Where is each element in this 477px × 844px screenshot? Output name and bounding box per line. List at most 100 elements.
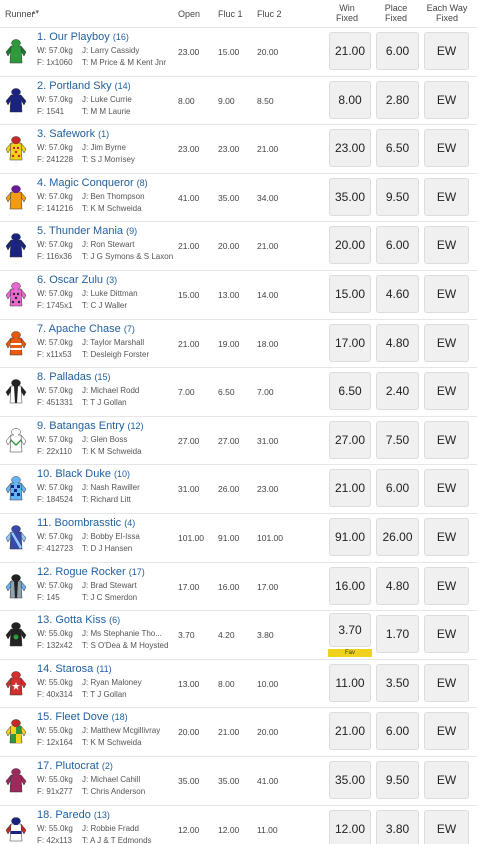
open-odds: 101.00 <box>178 532 204 543</box>
each-way-button[interactable]: EW <box>424 712 469 751</box>
each-way-button[interactable]: EW <box>424 177 469 216</box>
win-fixed-button[interactable]: 21.00 <box>329 712 371 751</box>
each-way-button[interactable]: EW <box>424 809 469 844</box>
place-fixed-button[interactable]: 6.00 <box>376 226 419 265</box>
header-fluc2: Fluc 2 <box>257 9 282 19</box>
place-fixed-button[interactable]: 6.00 <box>376 712 419 751</box>
runner-name[interactable]: 17. Plutocrat (2) <box>37 760 113 772</box>
place-fixed-button[interactable]: 1.70 <box>376 615 419 654</box>
runner-form: F: 412723 <box>37 543 74 553</box>
place-fixed-button[interactable]: 6.00 <box>376 469 419 508</box>
place-fixed-button[interactable]: 4.60 <box>376 274 419 313</box>
runner-name[interactable]: 14. Starosa (11) <box>37 663 112 675</box>
win-fixed-button[interactable]: 35.00 <box>329 760 371 799</box>
place-fixed-button[interactable]: 9.50 <box>376 760 419 799</box>
place-fixed-button[interactable]: 7.50 <box>376 420 419 459</box>
runner-name[interactable]: 2. Portland Sky (14) <box>37 80 131 92</box>
win-fixed-button[interactable]: 21.00 <box>329 469 371 508</box>
each-way-button[interactable]: EW <box>424 760 469 799</box>
each-way-button[interactable]: EW <box>424 420 469 459</box>
runner-weight: W: 57.0kg <box>37 240 73 250</box>
runner-name[interactable]: 3. Safework (1) <box>37 128 109 140</box>
runner-form: F: 116x36 <box>37 252 72 262</box>
win-fixed-button[interactable]: 27.00 <box>329 420 371 459</box>
place-fixed-button[interactable]: 9.50 <box>376 177 419 216</box>
open-odds: 8.00 <box>178 95 195 106</box>
fluc1-odds: 9.00 <box>218 95 235 106</box>
runner-name[interactable]: 15. Fleet Dove (18) <box>37 711 128 723</box>
runner-name[interactable]: 10. Black Duke (10) <box>37 468 130 480</box>
runner-name[interactable]: 6. Oscar Zulu (3) <box>37 274 117 286</box>
win-fixed-button[interactable]: 8.00 <box>329 80 371 119</box>
jockey-silks-icon <box>5 87 27 112</box>
each-way-button[interactable]: EW <box>424 663 469 702</box>
win-fixed-button[interactable]: 35.00 <box>329 177 371 216</box>
runner-weight: W: 57.0kg <box>37 143 73 153</box>
form-trainer-line: F: 1541 T: M M Laurie <box>37 107 130 116</box>
runner-trainer: T: M M Laurie <box>82 106 131 116</box>
each-way-button[interactable]: EW <box>424 32 469 70</box>
each-way-button[interactable]: EW <box>424 80 469 119</box>
win-fixed-button[interactable]: 20.00 <box>329 226 371 265</box>
win-fixed-button[interactable]: 3.70 <box>329 613 371 648</box>
form-trainer-line: F: x11x53 T: Desleigh Forster <box>37 350 149 359</box>
runner-name[interactable]: 7. Apache Chase (7) <box>37 323 135 335</box>
each-way-button[interactable]: EW <box>424 615 469 654</box>
runner-name[interactable]: 8. Palladas (15) <box>37 371 111 383</box>
win-fixed-button[interactable]: 15.00 <box>329 274 371 313</box>
form-trainer-line: F: 1745x1 T: C J Waller <box>37 301 127 310</box>
runner-name[interactable]: 9. Batangas Entry (12) <box>37 420 144 432</box>
place-fixed-button[interactable]: 4.80 <box>376 566 419 605</box>
runner-name[interactable]: 11. Boombrasstic (4) <box>37 517 135 529</box>
fluc1-odds: 27.00 <box>218 435 240 446</box>
header-runner[interactable]: Runner <box>5 9 35 19</box>
runner-name[interactable]: 12. Rogue Rocker (17) <box>37 566 145 578</box>
runner-name[interactable]: 18. Paredo (13) <box>37 809 110 821</box>
win-fixed-button[interactable]: 16.00 <box>329 566 371 605</box>
runner-jockey: J: Ms Stephanie Tho... <box>82 629 162 639</box>
barrier-number: (12) <box>127 420 144 431</box>
place-fixed-button[interactable]: 26.00 <box>376 517 419 556</box>
jockey-silks-icon <box>5 525 27 550</box>
each-way-button[interactable]: EW <box>424 226 469 265</box>
runner-name[interactable]: 5. Thunder Mania (9) <box>37 225 137 237</box>
runner-name[interactable]: 4. Magic Conqueror (8) <box>37 177 148 189</box>
barrier-number: (18) <box>111 712 128 723</box>
jockey-silks-icon <box>5 476 27 501</box>
runner-row: 4. Magic Conqueror (8) W: 57.0kg J: Ben T… <box>0 174 477 223</box>
win-fixed-button[interactable]: 11.00 <box>329 663 371 702</box>
runner-name[interactable]: 1. Our Playboy (16) <box>37 31 129 43</box>
place-fixed-button[interactable]: 4.80 <box>376 323 419 362</box>
each-way-button[interactable]: EW <box>424 372 469 411</box>
sort-arrows-icon[interactable]: ▴▾ <box>32 8 39 16</box>
win-fixed-button[interactable]: 17.00 <box>329 323 371 362</box>
place-fixed-button[interactable]: 6.00 <box>376 32 419 70</box>
runner-jockey: J: Larry Cassidy <box>82 46 140 55</box>
win-fixed-button[interactable]: 91.00 <box>329 517 371 556</box>
weight-jockey-line: W: 55.0kg J: Ms Stephanie Tho... <box>37 629 162 638</box>
place-fixed-button[interactable]: 6.50 <box>376 129 419 168</box>
runner-trainer: T: S O'Dea & M Hoysted <box>82 641 169 651</box>
each-way-button[interactable]: EW <box>424 323 469 362</box>
win-fixed-button[interactable]: 6.50 <box>329 372 371 411</box>
runner-name[interactable]: 13. Gotta Kiss (6) <box>37 614 120 626</box>
each-way-button[interactable]: EW <box>424 469 469 508</box>
jockey-silks-icon <box>5 573 27 598</box>
runner-jockey: J: Luke Currie <box>82 94 132 104</box>
weight-jockey-line: W: 57.0kg J: Luke Currie <box>37 95 132 104</box>
each-way-button[interactable]: EW <box>424 274 469 313</box>
win-fixed-button[interactable]: 23.00 <box>329 129 371 168</box>
fluc2-odds: 41.00 <box>257 775 279 786</box>
each-way-button[interactable]: EW <box>424 566 469 605</box>
place-fixed-button[interactable]: 2.80 <box>376 80 419 119</box>
win-fixed-button[interactable]: 12.00 <box>329 809 371 844</box>
fluc2-odds: 18.00 <box>257 338 279 349</box>
form-trainer-line: F: 141216 T: K M Schweida <box>37 204 142 213</box>
each-way-button[interactable]: EW <box>424 517 469 556</box>
place-fixed-button[interactable]: 3.80 <box>376 809 419 844</box>
place-fixed-button[interactable]: 2.40 <box>376 372 419 411</box>
fluc2-odds: 34.00 <box>257 192 279 203</box>
win-fixed-button[interactable]: 21.00 <box>329 32 371 70</box>
each-way-button[interactable]: EW <box>424 129 469 168</box>
place-fixed-button[interactable]: 3.50 <box>376 663 419 702</box>
